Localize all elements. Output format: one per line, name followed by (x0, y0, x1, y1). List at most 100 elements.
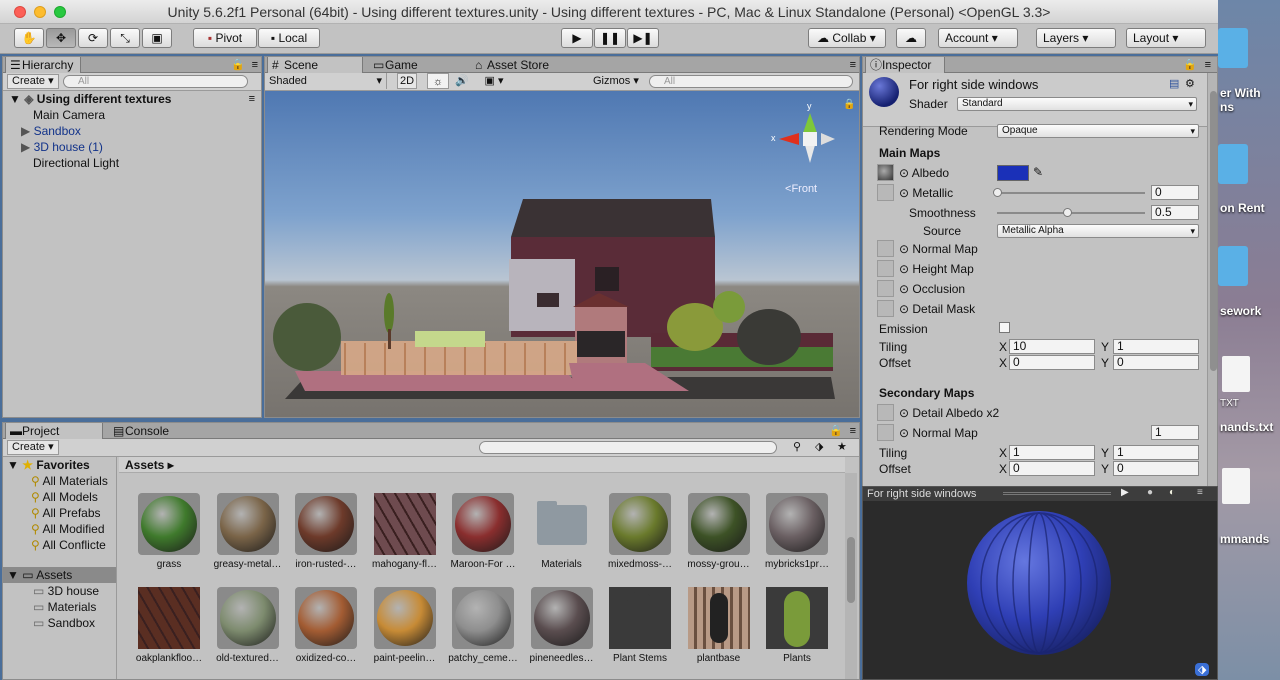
panel-menu-icon[interactable]: ≡ (1197, 487, 1203, 498)
asset-item[interactable]: Plants (757, 587, 837, 675)
preview-drag-handle[interactable] (1003, 492, 1111, 495)
favorite-all-modified[interactable]: ⚲ All Modified (31, 521, 105, 537)
assets-root-row[interactable]: ▼ ▭ Assets (3, 567, 116, 583)
metallic-texture-slot[interactable] (877, 184, 894, 201)
asset-item[interactable]: oakplankfloo… (129, 587, 209, 675)
account-dropdown[interactable]: Account ▾ (938, 28, 1018, 48)
gizmos-dropdown[interactable]: Gizmos ▾ (593, 73, 641, 89)
2d-toggle-button[interactable]: 2D (397, 73, 417, 89)
scale-tool-button[interactable]: ⤡ (110, 28, 140, 48)
hierarchy-item-main-camera[interactable]: Main Camera (33, 107, 105, 123)
asset-item[interactable]: oxidized-co… (286, 587, 366, 675)
scene-root-row[interactable]: ▼ ◈ Using different textures (9, 91, 171, 107)
pivot-toggle-button[interactable]: ▪ Pivot (193, 28, 257, 48)
asset-item[interactable]: mixedmoss-… (600, 493, 680, 581)
asset-item[interactable]: iron-rusted-… (286, 493, 366, 581)
asset-item[interactable]: paint-peelin… (365, 587, 445, 675)
search-by-type-icon[interactable]: ⚲ (793, 439, 801, 455)
detail-mask-slot[interactable] (877, 300, 894, 317)
inspector-scroll-thumb[interactable] (1210, 91, 1217, 371)
preview-play-icon[interactable]: ▶ (1121, 487, 1129, 498)
texture-picker-icon[interactable]: ⊙ (899, 242, 912, 256)
metallic-slider-track[interactable] (997, 192, 1145, 194)
asset-item[interactable]: grass (129, 493, 209, 581)
rect-tool-button[interactable]: ▣ (142, 28, 172, 48)
smoothness-slider-handle[interactable] (1063, 208, 1072, 217)
tab-project[interactable]: ▬ Project (5, 423, 103, 439)
offset-y-field[interactable]: 0 (1113, 355, 1199, 370)
asset-item[interactable]: old-textured… (208, 587, 288, 675)
preview-sphere-icon[interactable]: ● (1147, 487, 1153, 498)
hierarchy-item-directional-light[interactable]: Directional Light (33, 155, 119, 171)
layout-dropdown[interactable]: Layout ▾ (1126, 28, 1206, 48)
asset-item[interactable]: plantbase (679, 587, 759, 675)
texture-picker-icon[interactable]: ⊙ (899, 186, 912, 200)
scene-menu-icon[interactable]: ≡ (249, 91, 255, 107)
metallic-slider-handle[interactable] (993, 188, 1002, 197)
audio-toggle-button[interactable]: 🔊 (451, 73, 473, 89)
project-scroll-thumb[interactable] (847, 537, 855, 603)
help-book-icon[interactable]: ▤ (1169, 77, 1179, 90)
desktop-folder-icon[interactable] (1218, 246, 1248, 286)
detail-albedo-slot[interactable] (877, 404, 894, 421)
step-button[interactable]: ▶❚ (627, 28, 659, 48)
scene-search-input[interactable]: All (649, 75, 853, 88)
pause-button[interactable]: ❚❚ (594, 28, 626, 48)
scene-orientation-gizmo[interactable]: y x (771, 101, 845, 173)
close-window-button[interactable] (14, 6, 26, 18)
texture-picker-icon[interactable]: ⊙ (899, 302, 912, 316)
smoothness-value-field[interactable]: 0.5 (1151, 205, 1199, 220)
asset-item[interactable]: greasy-metal… (208, 493, 288, 581)
tab-hierarchy[interactable]: ☰ Hierarchy (5, 57, 81, 73)
sec-tiling-y-field[interactable]: 1 (1113, 445, 1199, 460)
texture-picker-icon[interactable]: ⊙ (899, 282, 912, 296)
tab-scene[interactable]: # Scene (267, 57, 363, 73)
move-tool-button[interactable]: ✥ (46, 28, 76, 48)
project-scrollbar[interactable] (845, 473, 857, 679)
preview-sphere[interactable] (967, 511, 1111, 655)
texture-picker-icon[interactable]: ⊙ (899, 406, 912, 420)
sec-offset-x-field[interactable]: 0 (1009, 461, 1095, 476)
favorite-star-icon[interactable]: ★ (837, 439, 847, 455)
hierarchy-search-input[interactable]: All (63, 75, 248, 88)
lighting-toggle-button[interactable]: ☼ (427, 73, 449, 89)
tab-console[interactable]: ▤ Console (109, 423, 199, 439)
favorite-all-models[interactable]: ⚲ All Models (31, 489, 98, 505)
view-lock-icon[interactable]: 🔒 (843, 99, 855, 110)
panel-menu-icon[interactable]: ≡ (850, 423, 856, 439)
emission-checkbox[interactable] (999, 322, 1010, 333)
texture-picker-icon[interactable]: ⊙ (899, 166, 912, 180)
desktop-file-icon[interactable] (1222, 356, 1250, 392)
albedo-color-swatch[interactable] (997, 165, 1029, 181)
hierarchy-item-3d-house[interactable]: ▶ 3D house (1) (21, 139, 103, 155)
asset-item[interactable]: pineneedles… (522, 587, 602, 675)
panel-menu-icon[interactable]: ≡ (850, 57, 856, 73)
desktop-file-icon[interactable] (1222, 468, 1250, 504)
favorites-header[interactable]: ▼ ★ Favorites (7, 457, 90, 473)
breadcrumb-assets[interactable]: Assets ▸ (125, 457, 174, 473)
hierarchy-create-button[interactable]: Create ▾ (7, 74, 59, 89)
tab-game[interactable]: ▭ Game (369, 57, 459, 73)
albedo-texture-slot[interactable] (877, 164, 894, 181)
tiling-x-field[interactable]: 10 (1009, 339, 1095, 354)
folder-materials[interactable]: ▭ Materials (33, 599, 96, 615)
cloud-services-button[interactable]: ☁ (896, 28, 926, 48)
eyedropper-icon[interactable]: ✎ (1033, 165, 1043, 179)
effects-dropdown[interactable]: ▣ ▾ (479, 73, 509, 89)
lock-icon[interactable]: 🔒 (231, 57, 245, 73)
view-projection-label[interactable]: <Front (785, 183, 817, 195)
lock-icon[interactable]: 🔒 (1183, 57, 1197, 73)
secondary-normal-slot[interactable] (877, 424, 894, 441)
tiling-y-field[interactable]: 1 (1113, 339, 1199, 354)
shader-dropdown[interactable]: Standard (957, 97, 1197, 111)
sec-offset-y-field[interactable]: 0 (1113, 461, 1199, 476)
texture-picker-icon[interactable]: ⊙ (899, 262, 912, 276)
folder-sandbox[interactable]: ▭ Sandbox (33, 615, 95, 631)
lock-icon[interactable]: 🔒 (829, 423, 843, 439)
collab-dropdown[interactable]: ☁ Collab ▾ (808, 28, 886, 48)
asset-item[interactable]: mybricks1pr… (757, 493, 837, 581)
height-map-slot[interactable] (877, 260, 894, 277)
zoom-window-button[interactable] (54, 6, 66, 18)
desktop-folder-icon[interactable] (1218, 28, 1248, 68)
desktop-folder-icon[interactable] (1218, 144, 1248, 184)
